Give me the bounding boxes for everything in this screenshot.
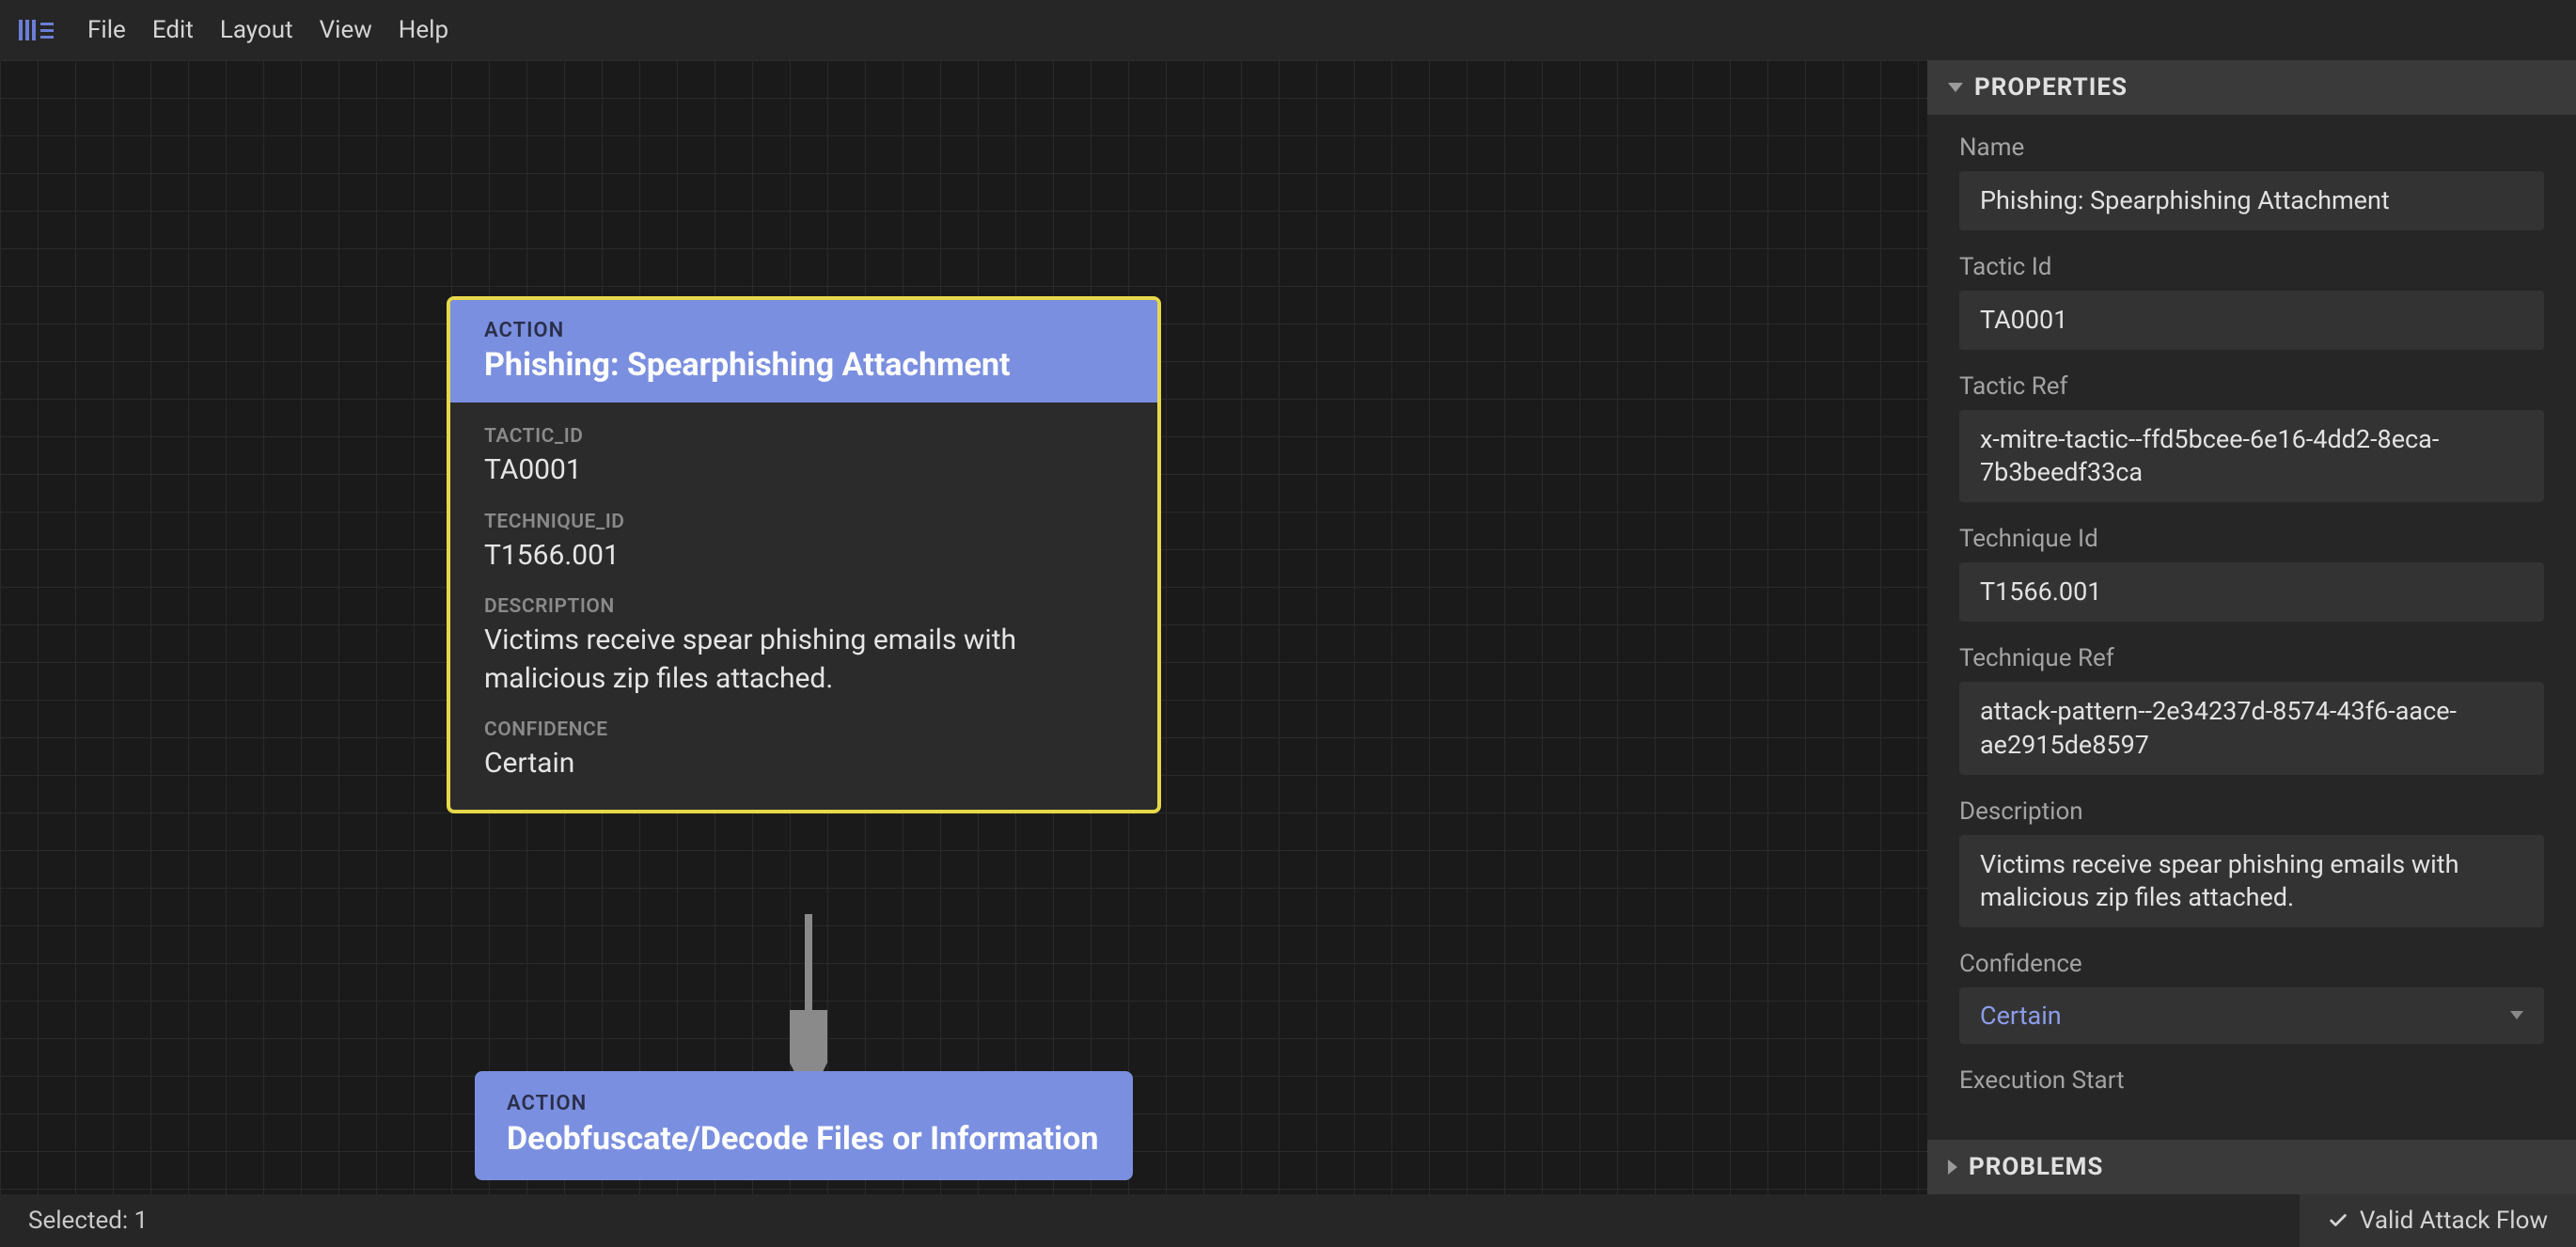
flow-arrow bbox=[790, 914, 827, 1074]
prop-label-name: Name bbox=[1959, 134, 2544, 162]
node-field-label: DESCRIPTION bbox=[484, 595, 1123, 618]
node-field-value: TA0001 bbox=[484, 451, 1123, 490]
node-body: TACTIC_ID TA0001 TECHNIQUE_ID T1566.001 … bbox=[450, 403, 1157, 810]
prop-select-confidence[interactable]: Certain bbox=[1959, 987, 2544, 1044]
node-type-label: ACTION bbox=[484, 319, 1123, 342]
prop-select-value: Certain bbox=[1980, 1001, 2062, 1031]
prop-label-technique-ref: Technique Ref bbox=[1959, 644, 2544, 672]
node-title: Deobfuscate/Decode Files or Information bbox=[507, 1119, 1101, 1160]
properties-body: Name Phishing: Spearphishing Attachment … bbox=[1927, 115, 2576, 1140]
status-validation: Valid Attack Flow bbox=[2300, 1194, 2576, 1247]
node-field-value: Certain bbox=[484, 745, 1123, 783]
status-validation-label: Valid Attack Flow bbox=[2360, 1207, 2548, 1235]
check-icon bbox=[2328, 1210, 2348, 1231]
prop-input-tactic-ref[interactable]: x-mitre-tactic--ffd5bcee-6e16-4dd2-8eca-… bbox=[1959, 410, 2544, 502]
action-node-phishing[interactable]: ACTION Phishing: Spearphishing Attachmen… bbox=[447, 296, 1161, 813]
prop-label-confidence: Confidence bbox=[1959, 950, 2544, 978]
prop-input-technique-ref[interactable]: attack-pattern--2e34237d-8574-43f6-aace-… bbox=[1959, 682, 2544, 774]
problems-title: PROBLEMS bbox=[1969, 1153, 2103, 1181]
prop-input-name[interactable]: Phishing: Spearphishing Attachment bbox=[1959, 171, 2544, 230]
prop-input-technique-id[interactable]: T1566.001 bbox=[1959, 562, 2544, 622]
node-title: Phishing: Spearphishing Attachment bbox=[484, 346, 1123, 384]
menu-view[interactable]: View bbox=[320, 12, 372, 48]
prop-label-execution-start: Execution Start bbox=[1959, 1066, 2544, 1095]
menu-help[interactable]: Help bbox=[399, 12, 448, 48]
properties-section-header[interactable]: PROPERTIES bbox=[1927, 60, 2576, 115]
node-type-label: ACTION bbox=[507, 1092, 1101, 1115]
flow-canvas[interactable]: ACTION Phishing: Spearphishing Attachmen… bbox=[0, 60, 1927, 1194]
menu-edit[interactable]: Edit bbox=[152, 12, 194, 48]
app-logo bbox=[19, 20, 61, 40]
node-field-value: Victims receive spear phishing emails wi… bbox=[484, 622, 1123, 698]
action-node-deobfuscate[interactable]: ACTION Deobfuscate/Decode Files or Infor… bbox=[475, 1071, 1133, 1180]
node-field-label: CONFIDENCE bbox=[484, 718, 1123, 741]
node-header: ACTION Deobfuscate/Decode Files or Infor… bbox=[475, 1071, 1133, 1180]
chevron-right-icon bbox=[1948, 1160, 1957, 1175]
chevron-down-icon bbox=[2510, 1011, 2523, 1019]
status-selected: Selected: 1 bbox=[28, 1207, 148, 1235]
node-field-label: TACTIC_ID bbox=[484, 425, 1123, 448]
prop-input-description[interactable]: Victims receive spear phishing emails wi… bbox=[1959, 835, 2544, 927]
menu-layout[interactable]: Layout bbox=[220, 12, 293, 48]
prop-label-technique-id: Technique Id bbox=[1959, 525, 2544, 553]
chevron-down-icon bbox=[1948, 83, 1963, 92]
node-header: ACTION Phishing: Spearphishing Attachmen… bbox=[450, 300, 1157, 403]
problems-section-header[interactable]: PROBLEMS bbox=[1927, 1140, 2576, 1194]
properties-title: PROPERTIES bbox=[1974, 73, 2128, 102]
menu-file[interactable]: File bbox=[87, 12, 126, 48]
prop-label-tactic-ref: Tactic Ref bbox=[1959, 372, 2544, 401]
right-panel: PROPERTIES Name Phishing: Spearphishing … bbox=[1927, 60, 2576, 1194]
node-field-label: TECHNIQUE_ID bbox=[484, 511, 1123, 533]
prop-label-tactic-id: Tactic Id bbox=[1959, 253, 2544, 281]
node-field-value: T1566.001 bbox=[484, 537, 1123, 576]
prop-label-description: Description bbox=[1959, 797, 2544, 826]
prop-input-tactic-id[interactable]: TA0001 bbox=[1959, 291, 2544, 350]
statusbar: Selected: 1 Valid Attack Flow bbox=[0, 1194, 2576, 1247]
menubar: File Edit Layout View Help bbox=[0, 0, 2576, 60]
